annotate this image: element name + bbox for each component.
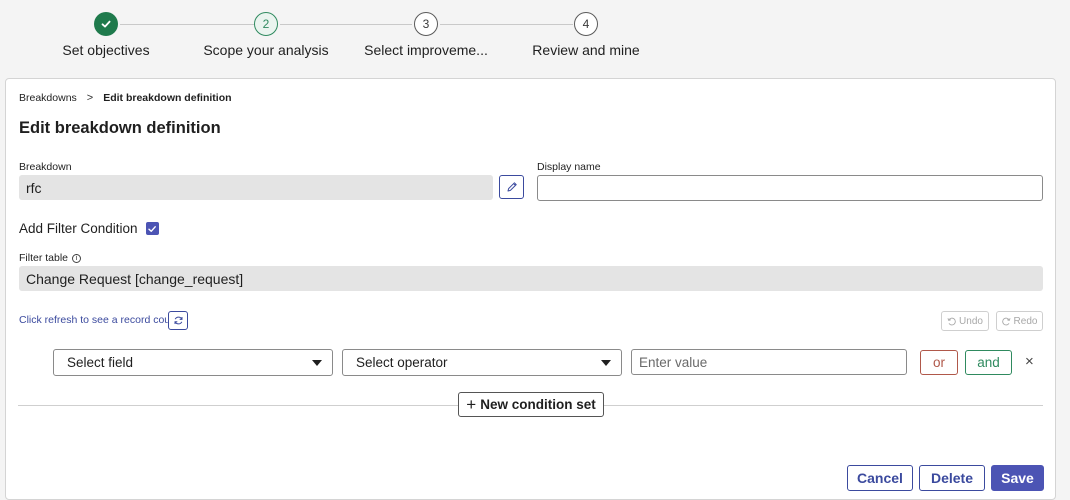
and-button[interactable]: and [965,350,1012,375]
undo-icon [947,317,956,325]
edit-breakdown-button[interactable] [499,175,524,199]
step-set-objectives[interactable]: Set objectives [26,12,186,58]
step-number: 4 [574,12,598,36]
breadcrumb-current: Edit breakdown definition [103,92,232,104]
breakdown-label: Breakdown [19,161,72,173]
new-condition-set-button[interactable]: + New condition set [458,392,604,417]
divider-left [18,405,458,406]
caret-down-icon [601,360,611,366]
check-icon [148,225,156,232]
refresh-icon [174,316,182,325]
check-icon [94,12,118,36]
display-name-input[interactable] [537,175,1043,201]
redo-icon [1001,317,1011,325]
info-icon[interactable]: i [72,253,82,263]
step-number: 2 [254,12,278,36]
step-label: Scope your analysis [203,42,329,58]
save-button[interactable]: Save [991,465,1044,491]
step-label: Set objectives [62,42,150,58]
step-number: 3 [414,12,438,36]
breadcrumb: Breakdowns > Edit breakdown definition [19,92,232,104]
breadcrumb-link-breakdowns[interactable]: Breakdowns [19,92,77,104]
redo-button[interactable]: Redo [996,311,1043,331]
or-button[interactable]: or [920,350,958,375]
undo-button[interactable]: Undo [941,311,989,331]
add-filter-condition[interactable]: Add Filter Condition [19,221,159,236]
step-scope-analysis[interactable]: 2 Scope your analysis [186,12,346,58]
divider-right [604,405,1043,406]
select-field-dropdown[interactable]: Select field [53,349,333,376]
filter-table-label: Filter table i [19,252,82,264]
breadcrumb-separator: > [86,92,94,104]
display-name-label: Display name [537,161,601,173]
cancel-button[interactable]: Cancel [847,465,913,491]
filter-table-value: Change Request [change_request] [19,266,1043,291]
condition-value-input[interactable] [631,349,907,375]
edit-breakdown-card: Breakdowns > Edit breakdown definition E… [5,78,1056,500]
filter-condition-checkbox[interactable] [145,222,159,235]
progress-stepper: Set objectives 2 Scope your analysis 3 S… [0,0,1070,78]
filter-condition-label: Add Filter Condition [19,221,138,236]
step-select-improvements[interactable]: 3 Select improveme... [346,12,506,58]
plus-icon: + [466,394,477,414]
step-review-mine[interactable]: 4 Review and mine [506,12,666,58]
pencil-icon [507,182,517,192]
caret-down-icon [312,360,322,366]
page-title: Edit breakdown definition [19,119,221,137]
delete-button[interactable]: Delete [919,465,985,491]
step-label: Select improveme... [364,42,488,58]
refresh-button[interactable] [168,311,188,330]
step-label: Review and mine [532,42,640,58]
record-count-link[interactable]: Click refresh to see a record count [19,314,179,326]
remove-condition-icon[interactable]: × [1025,353,1034,370]
select-operator-dropdown[interactable]: Select operator [342,349,622,376]
breakdown-value: rfc [19,175,493,200]
